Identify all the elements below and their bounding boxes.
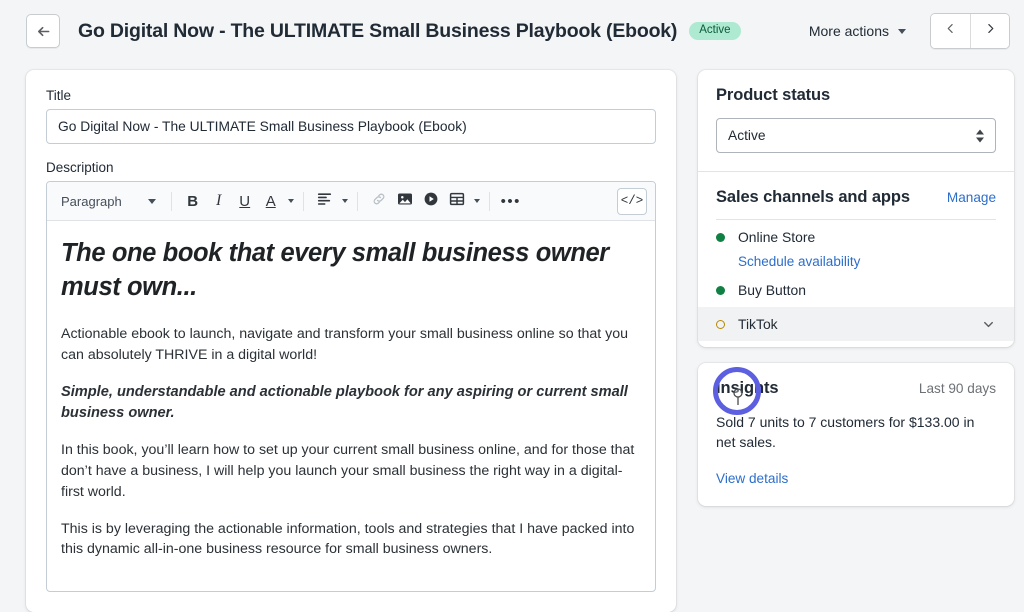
- toolbar-divider: [302, 191, 304, 211]
- page-header: Go Digital Now - The ULTIMATE Small Busi…: [0, 0, 1024, 62]
- sales-channels-section: Sales channels and apps Manage: [698, 172, 1014, 220]
- bold-icon: B: [187, 192, 199, 210]
- channel-name: TikTok: [738, 316, 778, 332]
- product-detail-page: Go Digital Now - The ULTIMATE Small Busi…: [0, 0, 1024, 612]
- table-chevron-down-icon[interactable]: [473, 199, 480, 203]
- status-dot-active-icon: [716, 232, 725, 242]
- channel-name: Online Store: [738, 229, 816, 245]
- status-dot-active-icon: [716, 285, 725, 295]
- product-status-section: Product status Active: [698, 70, 1014, 171]
- insert-link-button[interactable]: [367, 188, 391, 214]
- underline-icon: U: [239, 192, 251, 210]
- align-chevron-down-icon[interactable]: [341, 199, 348, 203]
- more-actions-button[interactable]: More actions: [809, 23, 906, 39]
- text-color-button[interactable]: A: [259, 188, 283, 214]
- status-dot-pending-icon: [716, 319, 725, 329]
- description-paragraph: Actionable ebook to launch, navigate and…: [61, 326, 629, 364]
- description-paragraph: In this book, you’ll learn how to set up…: [61, 442, 635, 500]
- text-color-icon: A: [265, 192, 276, 210]
- select-stepper-icon: [976, 129, 984, 142]
- sales-channels-title: Sales channels and apps: [716, 188, 910, 206]
- align-button[interactable]: [313, 188, 337, 214]
- code-icon: </>: [620, 194, 644, 208]
- video-icon: [423, 191, 439, 212]
- title-input[interactable]: [46, 109, 656, 144]
- more-actions-label: More actions: [808, 23, 889, 39]
- toolbar-divider: [170, 191, 172, 211]
- main-column: Title Description Paragraph B: [26, 70, 676, 612]
- show-html-button[interactable]: </>: [617, 187, 647, 215]
- pagination-controls: [930, 13, 1010, 49]
- channel-row-tiktok[interactable]: TikTok: [698, 307, 1014, 341]
- channel-row-online-store[interactable]: Online Store: [698, 220, 1014, 254]
- description-editor: Paragraph B I U A ••• </> The one book t…: [46, 181, 656, 592]
- text-color-chevron-down-icon[interactable]: [287, 199, 294, 203]
- italic-icon: I: [216, 192, 222, 209]
- description-paragraph: Simple, understandable and actionable pl…: [61, 383, 628, 422]
- more-options-button[interactable]: •••: [499, 188, 523, 214]
- page-content: Title Description Paragraph B: [0, 62, 1024, 612]
- italic-button[interactable]: I: [207, 188, 231, 214]
- block-format-select[interactable]: Paragraph: [53, 190, 162, 213]
- sidebar-column: Product status Active Sales channels and…: [698, 70, 1014, 612]
- insert-image-button[interactable]: [393, 188, 417, 214]
- arrow-left-icon: [35, 23, 52, 40]
- schedule-availability-row: Schedule availability: [698, 254, 1014, 273]
- product-details-card: Title Description Paragraph B: [26, 70, 676, 612]
- product-status-select[interactable]: Active: [716, 118, 996, 153]
- chevron-left-icon: [944, 22, 957, 40]
- underline-button[interactable]: U: [233, 188, 257, 214]
- insights-date-range: Last 90 days: [918, 381, 996, 396]
- insights-section: Insights Last 90 days Sold 7 units to 7 …: [698, 363, 1014, 506]
- toolbar-divider: [356, 191, 358, 211]
- editor-toolbar: Paragraph B I U A ••• </>: [47, 182, 655, 221]
- channel-name: Buy Button: [738, 282, 806, 298]
- block-format-value: Paragraph: [61, 193, 122, 209]
- product-status-value: Active: [728, 128, 766, 143]
- chevron-down-icon: [147, 198, 156, 204]
- insights-summary: Sold 7 units to 7 customers for $133.00 …: [716, 414, 975, 451]
- manage-channels-link[interactable]: Manage: [947, 190, 996, 205]
- description-heading: The one book that every small business o…: [61, 239, 609, 301]
- schedule-availability-link[interactable]: Schedule availability: [738, 254, 860, 269]
- view-details-link[interactable]: View details: [716, 471, 788, 486]
- align-left-icon: [317, 191, 332, 211]
- previous-product-button[interactable]: [931, 14, 970, 48]
- toolbar-divider: [488, 191, 490, 211]
- back-button[interactable]: [26, 14, 60, 48]
- next-product-button[interactable]: [970, 14, 1009, 48]
- link-icon: [371, 191, 387, 212]
- description-content[interactable]: The one book that every small business o…: [47, 221, 655, 591]
- insights-card: Insights Last 90 days Sold 7 units to 7 …: [698, 363, 1014, 506]
- channel-row-buy-button[interactable]: Buy Button: [698, 273, 1014, 307]
- description-field-label: Description: [46, 160, 114, 175]
- chevron-down-icon: [898, 28, 906, 34]
- chevron-down-icon[interactable]: [981, 317, 996, 332]
- status-badge: Active: [689, 21, 741, 41]
- insights-title: Insights: [716, 379, 779, 397]
- product-status-card: Product status Active Sales channels and…: [698, 70, 1014, 347]
- ellipsis-icon: •••: [500, 192, 521, 210]
- product-status-title: Product status: [716, 86, 831, 104]
- bold-button[interactable]: B: [181, 188, 205, 214]
- sales-channels-list: Online Store Schedule availability Buy B…: [698, 220, 1014, 347]
- chevron-right-icon: [984, 22, 997, 40]
- image-icon: [397, 191, 413, 212]
- page-title: Go Digital Now - The ULTIMATE Small Busi…: [78, 19, 678, 42]
- table-icon: [449, 191, 465, 212]
- insert-table-button[interactable]: [445, 188, 469, 214]
- description-paragraph: This is by leveraging the actionable inf…: [61, 520, 635, 558]
- title-field-label: Title: [46, 88, 72, 103]
- insert-video-button[interactable]: [419, 188, 443, 214]
